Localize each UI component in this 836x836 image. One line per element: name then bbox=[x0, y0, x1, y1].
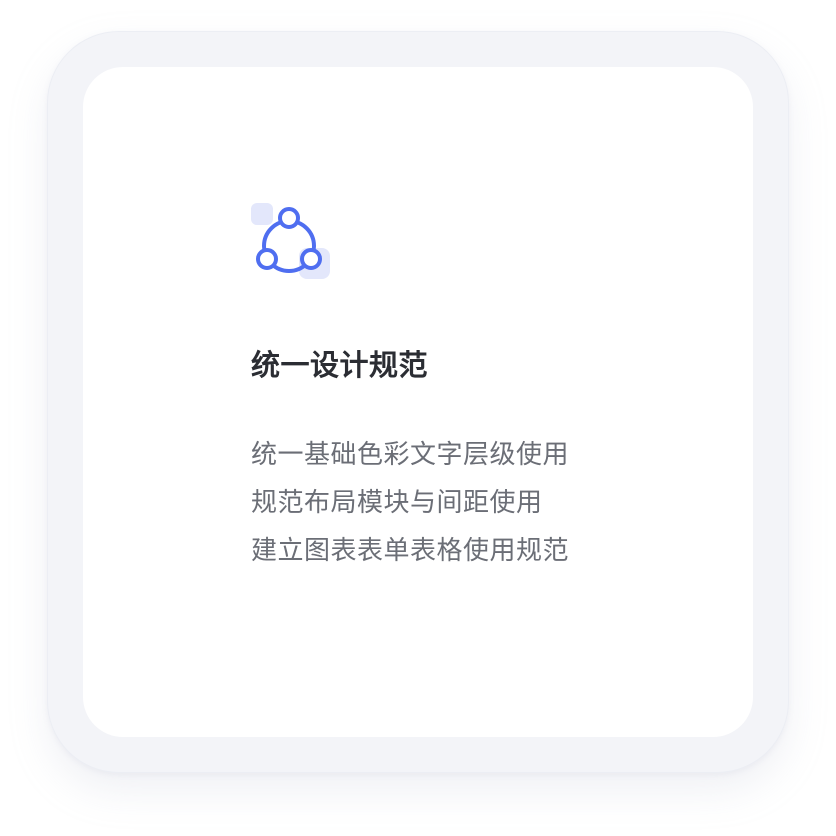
feature-points: 统一基础色彩文字层级使用 规范布局模块与间距使用 建立图表表单表格使用规范 bbox=[251, 431, 569, 575]
feature-point: 建立图表表单表格使用规范 bbox=[251, 536, 570, 566]
feature-point: 统一基础色彩文字层级使用 bbox=[251, 440, 570, 470]
feature-point: 规范布局模块与间距使用 bbox=[251, 488, 543, 518]
connection-nodes-icon bbox=[251, 203, 330, 279]
card-frame: 统一设计规范 统一基础色彩文字层级使用 规范布局模块与间距使用 建立图表表单表格… bbox=[47, 31, 789, 773]
feature-card: 统一设计规范 统一基础色彩文字层级使用 规范布局模块与间距使用 建立图表表单表格… bbox=[83, 67, 753, 737]
feature-title: 统一设计规范 bbox=[251, 348, 429, 382]
